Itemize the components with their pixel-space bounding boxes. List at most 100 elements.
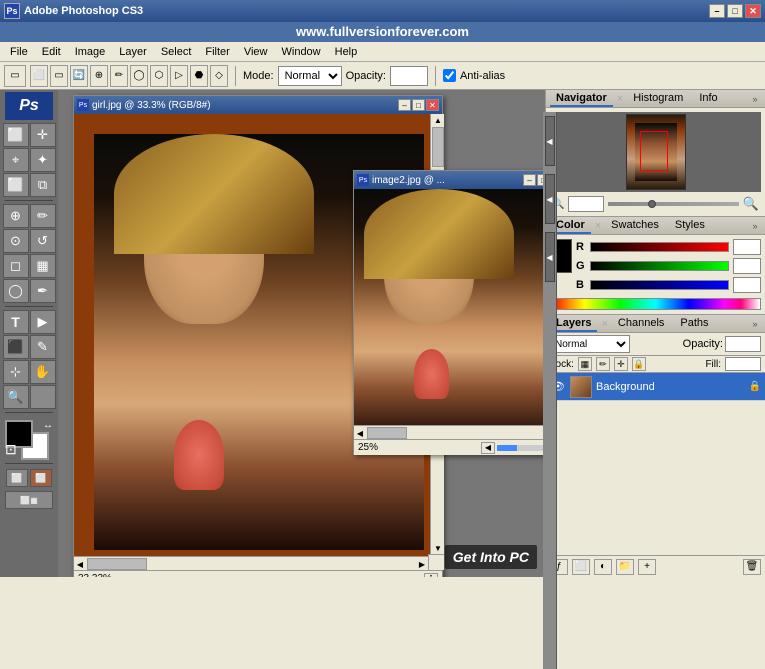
doc1-min-btn[interactable]: – [398, 99, 411, 111]
minimize-button[interactable]: – [709, 4, 725, 18]
blend-mode-select[interactable]: Normal [550, 335, 630, 353]
heal-tool[interactable]: ⊕ [3, 204, 29, 228]
move-tool[interactable]: ✛ [30, 123, 56, 147]
stamp-tool[interactable]: ⊙ [3, 229, 29, 253]
doc1-controls[interactable]: – □ ✕ [398, 99, 439, 111]
doc2-controls[interactable]: – □ ✕ [523, 174, 545, 186]
zoom-input[interactable]: 25% [568, 196, 604, 212]
title-bar-controls[interactable]: – □ ✕ [709, 4, 761, 18]
r-value[interactable]: 0 [733, 239, 761, 255]
tab-channels[interactable]: Channels [612, 316, 670, 332]
brush-tool[interactable]: ✏ [30, 204, 56, 228]
lock-position-btn[interactable]: ✛ [614, 357, 628, 371]
layers-close-btn[interactable]: » [749, 318, 761, 330]
options-tool-btn-10[interactable]: ◇ [210, 65, 228, 87]
tab-histogram[interactable]: Histogram [627, 91, 689, 107]
doc2-scroll-thumb-h[interactable] [367, 427, 407, 439]
default-colors-icon[interactable]: ⊡ [5, 441, 17, 458]
doc2-scroll-left[interactable]: ◀ [354, 426, 366, 439]
options-tool-btn-6[interactable]: ◯ [130, 65, 148, 87]
doc2-left-btn[interactable]: ◀ [481, 442, 495, 454]
options-tool-btn-1[interactable]: ⬜ [30, 65, 48, 87]
layer-item-background[interactable]: 👁 Background 🔒 [546, 373, 765, 401]
scroll-thumb-h[interactable] [87, 558, 147, 570]
scroll-up-arrow[interactable]: ▲ [431, 114, 444, 126]
menu-select[interactable]: Select [155, 44, 198, 60]
options-tool-btn-5[interactable]: ✏ [110, 65, 128, 87]
layer-new-btn[interactable]: + [638, 559, 656, 575]
layer-adjustment-btn[interactable]: ◐ [594, 559, 612, 575]
path-sel-tool[interactable]: ▶ [30, 310, 56, 334]
scroll-thumb-v[interactable] [432, 127, 444, 167]
zoom-slider-thumb[interactable] [648, 200, 656, 208]
doc1-close-btn[interactable]: ✕ [426, 99, 439, 111]
doc2-scrollbar-h[interactable]: ◀ ▶ [354, 425, 545, 439]
layer-mask-btn[interactable]: ⬜ [572, 559, 590, 575]
doc1-scrollbar-h[interactable]: ◀ ▶ [74, 556, 428, 570]
fill-input[interactable]: 100% [725, 357, 761, 371]
scroll-down-arrow[interactable]: ▼ [431, 542, 444, 554]
b-value[interactable]: 0 [733, 277, 761, 293]
notes-tool[interactable]: ✎ [30, 335, 56, 359]
lock-image-btn[interactable]: ✏ [596, 357, 610, 371]
menu-layer[interactable]: Layer [113, 44, 153, 60]
shape-tool[interactable]: ⬛ [3, 335, 29, 359]
collapse-btn-2[interactable]: ◀ [545, 174, 555, 224]
tab-swatches[interactable]: Swatches [605, 218, 665, 234]
lock-transparency-btn[interactable]: ▦ [578, 357, 592, 371]
standard-mode-btn[interactable]: ⬜ [6, 469, 28, 487]
color-close-btn[interactable]: » [749, 220, 761, 232]
layer-group-btn[interactable]: 📁 [616, 559, 634, 575]
tab-styles[interactable]: Styles [669, 218, 711, 234]
doc1-max-btn[interactable]: □ [412, 99, 425, 111]
menu-filter[interactable]: Filter [199, 44, 235, 60]
layer-delete-btn[interactable]: 🗑 [743, 559, 761, 575]
tab-layers[interactable]: Layers [550, 316, 597, 332]
antialias-checkbox[interactable] [443, 69, 456, 82]
layers-opacity-input[interactable]: 100% [725, 336, 761, 352]
menu-view[interactable]: View [238, 44, 274, 60]
switch-colors-icon[interactable]: ↔ [43, 420, 53, 431]
opacity-input[interactable]: 100% [390, 66, 428, 86]
g-slider[interactable] [590, 261, 729, 271]
gradient-tool[interactable]: ▦ [30, 254, 56, 278]
scroll-left-arrow[interactable]: ◀ [74, 557, 86, 570]
tool-preset-btn[interactable]: ▭ [4, 65, 26, 87]
pen-tool[interactable]: ✒ [30, 279, 56, 303]
doc2-min-btn[interactable]: – [523, 174, 536, 186]
magic-wand-tool[interactable]: ✦ [30, 148, 56, 172]
mode-select[interactable]: Normal Multiply Screen [278, 66, 342, 86]
collapse-btn-1[interactable]: ◀ [545, 116, 555, 166]
history-tool[interactable]: ↺ [30, 229, 56, 253]
options-tool-btn-7[interactable]: ⬡ [150, 65, 168, 87]
scroll-right-arrow[interactable]: ▶ [416, 557, 428, 570]
g-value[interactable]: 0 [733, 258, 761, 274]
maximize-button[interactable]: □ [727, 4, 743, 18]
options-tool-btn-8[interactable]: ▷ [170, 65, 188, 87]
zoom-slider[interactable] [608, 202, 738, 206]
tab-info[interactable]: Info [693, 91, 723, 107]
eyedropper-tool[interactable]: ⊹ [3, 360, 29, 384]
menu-edit[interactable]: Edit [36, 44, 67, 60]
eraser-tool[interactable]: ◻ [3, 254, 29, 278]
collapse-btn-3[interactable]: ◀ [545, 232, 555, 282]
text-tool[interactable]: T [3, 310, 29, 334]
zoom-tool[interactable]: 🔍 [3, 385, 29, 409]
quick-mask-btn[interactable]: ⬜ [30, 469, 52, 487]
close-button[interactable]: ✕ [745, 4, 761, 18]
r-slider[interactable] [590, 242, 729, 252]
lock-all-btn[interactable]: 🔒 [632, 357, 646, 371]
doc1-info-btn[interactable]: ℹ [424, 573, 438, 578]
dodge-tool[interactable]: ◯ [3, 279, 29, 303]
tab-navigator[interactable]: Navigator [550, 91, 613, 107]
b-slider[interactable] [590, 280, 729, 290]
zoom-in-icon[interactable]: 🔍 [743, 196, 759, 212]
options-tool-btn-4[interactable]: ⊕ [90, 65, 108, 87]
menu-help[interactable]: Help [329, 44, 364, 60]
marquee-tool[interactable]: ⬜ [3, 123, 29, 147]
hand-tool[interactable]: ✋ [30, 360, 56, 384]
options-tool-btn-3[interactable]: 🔄 [70, 65, 88, 87]
palette-strip[interactable] [550, 298, 761, 310]
tab-paths[interactable]: Paths [674, 316, 714, 332]
menu-file[interactable]: File [4, 44, 34, 60]
